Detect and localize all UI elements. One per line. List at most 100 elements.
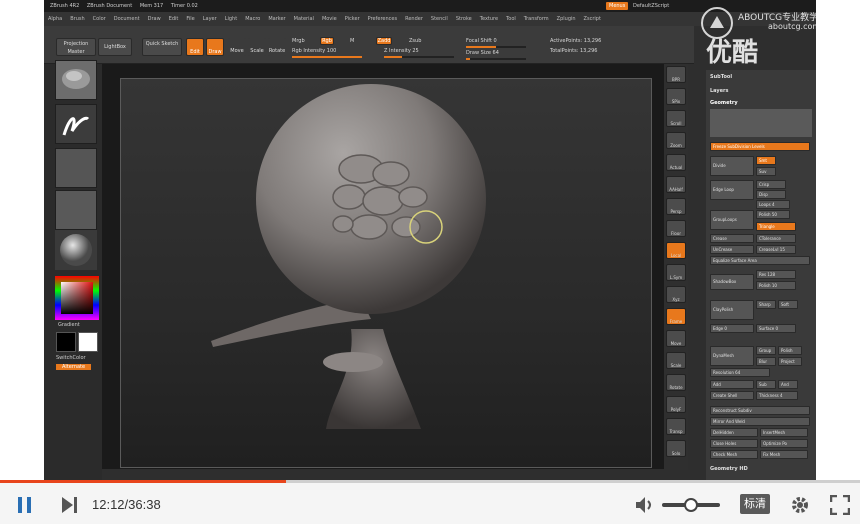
- shelf-button-scroll[interactable]: Scroll: [666, 110, 686, 127]
- smt-toggle[interactable]: Smt: [756, 156, 776, 165]
- scale-mode-button[interactable]: Scale: [248, 38, 266, 56]
- close-holes-button[interactable]: Close Holes: [710, 439, 758, 448]
- insertmesh-button[interactable]: InsertMesh: [760, 428, 808, 437]
- projection-master-button[interactable]: Projection Master: [56, 38, 96, 56]
- sub-button[interactable]: Sub: [756, 380, 776, 389]
- add-button[interactable]: Add: [710, 380, 754, 389]
- shelf-button-local[interactable]: Local: [666, 242, 686, 259]
- shelf-button-rotate[interactable]: Rotate: [666, 374, 686, 391]
- edit-mode-button[interactable]: Edit: [186, 38, 204, 56]
- claypolish-button[interactable]: ClayPolish: [710, 300, 754, 320]
- uncrease-button[interactable]: UnCrease: [710, 245, 754, 254]
- texture-thumbnail[interactable]: [55, 190, 97, 230]
- polish10-slider[interactable]: Polish 10: [756, 281, 796, 290]
- menus-toggle[interactable]: Menus: [606, 2, 629, 10]
- resolution-slider[interactable]: Resolution 64: [710, 368, 770, 377]
- disp-toggle[interactable]: Disp: [756, 190, 786, 199]
- shelf-button-move[interactable]: Move: [666, 330, 686, 347]
- shelf-button-actual[interactable]: Actual: [666, 154, 686, 171]
- menu-item[interactable]: Macro: [245, 16, 260, 22]
- menu-item[interactable]: Light: [225, 16, 237, 22]
- edge-loop-button[interactable]: Edge Loop: [710, 180, 754, 200]
- alternate-button[interactable]: Alternate: [56, 364, 92, 370]
- video-frame[interactable]: ZBrush 4R2 ZBrush Document Mem 317 Timer…: [0, 0, 860, 480]
- menu-item[interactable]: Stroke: [456, 16, 472, 22]
- menu-item[interactable]: Stencil: [431, 16, 448, 22]
- shelf-button-persp[interactable]: Persp: [666, 198, 686, 215]
- polish-toggle[interactable]: Polish: [778, 346, 802, 355]
- menu-item[interactable]: Edit: [169, 16, 179, 22]
- freeze-subdivision-button[interactable]: Freeze SubDivision Levels: [710, 142, 810, 151]
- menu-item[interactable]: File: [186, 16, 194, 22]
- menu-item[interactable]: Tool: [506, 16, 516, 22]
- group-toggle[interactable]: Group: [756, 346, 776, 355]
- shelf-button-transp[interactable]: Transp: [666, 418, 686, 435]
- thickness-slider[interactable]: Thickness 4: [756, 391, 798, 400]
- loops-slider[interactable]: Loops 4: [756, 200, 790, 209]
- material-thumbnail[interactable]: [55, 230, 97, 270]
- menu-item[interactable]: Transform: [524, 16, 549, 22]
- crisp-toggle[interactable]: Crisp: [756, 180, 786, 189]
- shelf-button-scale[interactable]: Scale: [666, 352, 686, 369]
- zsub-toggle[interactable]: Zsub: [409, 38, 421, 44]
- shelf-button-frame[interactable]: Frame: [666, 308, 686, 325]
- sharp-slider[interactable]: Sharp: [756, 300, 776, 309]
- brush-thumbnail[interactable]: [55, 60, 97, 100]
- rgb-toggle[interactable]: Rgb: [320, 37, 334, 45]
- create-shell-button[interactable]: Create Shell: [710, 391, 754, 400]
- gradient-label[interactable]: Gradient: [58, 322, 80, 328]
- menu-item[interactable]: Color: [93, 16, 106, 22]
- rotate-mode-button[interactable]: Rotate: [268, 38, 286, 56]
- surface-slider[interactable]: Surface 0: [756, 324, 796, 333]
- main-color-swatch[interactable]: [56, 332, 76, 352]
- shelf-button-floor[interactable]: Floor: [666, 220, 686, 237]
- and-button[interactable]: And: [778, 380, 798, 389]
- menu-item[interactable]: Material: [294, 16, 314, 22]
- m-toggle[interactable]: M: [350, 38, 354, 44]
- menu-item[interactable]: Zscript: [584, 16, 601, 22]
- viewport[interactable]: [120, 78, 652, 468]
- optimize-points-button[interactable]: Optimize Po: [760, 439, 808, 448]
- subtool-header[interactable]: SubTool: [710, 74, 732, 80]
- menu-item[interactable]: Document: [114, 16, 140, 22]
- stroke-thumbnail[interactable]: [55, 104, 97, 144]
- draw-size-slider[interactable]: [466, 58, 526, 60]
- creaselvl-slider[interactable]: CreaseLvl 15: [756, 245, 796, 254]
- layers-header[interactable]: Layers: [710, 88, 729, 94]
- focal-shift-slider[interactable]: [466, 46, 526, 48]
- delhidden-button[interactable]: DelHidden: [710, 428, 758, 437]
- secondary-color-swatch[interactable]: [78, 332, 98, 352]
- shelf-button-l-sym[interactable]: L.Sym: [666, 264, 686, 281]
- quality-button[interactable]: 标清: [740, 494, 770, 514]
- shelf-button-zoom[interactable]: Zoom: [666, 132, 686, 149]
- shelf-button-spix[interactable]: SPix: [666, 88, 686, 105]
- settings-button[interactable]: [790, 495, 810, 515]
- res-slider[interactable]: Res 128: [756, 270, 796, 279]
- edge-slider[interactable]: Edge 0: [710, 324, 754, 333]
- volume-slider[interactable]: [662, 498, 720, 512]
- fullscreen-button[interactable]: [829, 494, 851, 516]
- menu-item[interactable]: Layer: [203, 16, 217, 22]
- ctolerance-slider[interactable]: CTolerance: [756, 234, 796, 243]
- menu-item[interactable]: Marker: [268, 16, 285, 22]
- blur-slider[interactable]: Blur: [756, 357, 776, 366]
- volume-knob[interactable]: [684, 498, 698, 512]
- geometry-header[interactable]: Geometry: [710, 100, 738, 106]
- switch-color-button[interactable]: SwitchColor: [56, 355, 86, 361]
- shelf-button-xyz[interactable]: Xyz: [666, 286, 686, 303]
- menu-item[interactable]: Alpha: [48, 16, 62, 22]
- alpha-thumbnail[interactable]: [55, 148, 97, 188]
- reconstruct-subdiv-button[interactable]: Reconstruct Subdiv: [710, 406, 810, 415]
- shelf-button-bpr[interactable]: BPR: [666, 66, 686, 83]
- mirror-and-weld-button[interactable]: Mirror And Weld: [710, 417, 810, 426]
- menu-item[interactable]: Movie: [322, 16, 337, 22]
- rgb-intensity-slider[interactable]: [292, 56, 362, 58]
- menu-item[interactable]: Zplugin: [557, 16, 576, 22]
- menu-item[interactable]: Brush: [70, 16, 84, 22]
- shelf-button-solo[interactable]: Solo: [666, 440, 686, 457]
- color-picker[interactable]: [55, 276, 99, 320]
- soft-slider[interactable]: Soft: [778, 300, 798, 309]
- fix-mesh-button[interactable]: Fix Mesh: [760, 450, 808, 459]
- menu-item[interactable]: Picker: [345, 16, 360, 22]
- shelf-button-aahalf[interactable]: AAHalf: [666, 176, 686, 193]
